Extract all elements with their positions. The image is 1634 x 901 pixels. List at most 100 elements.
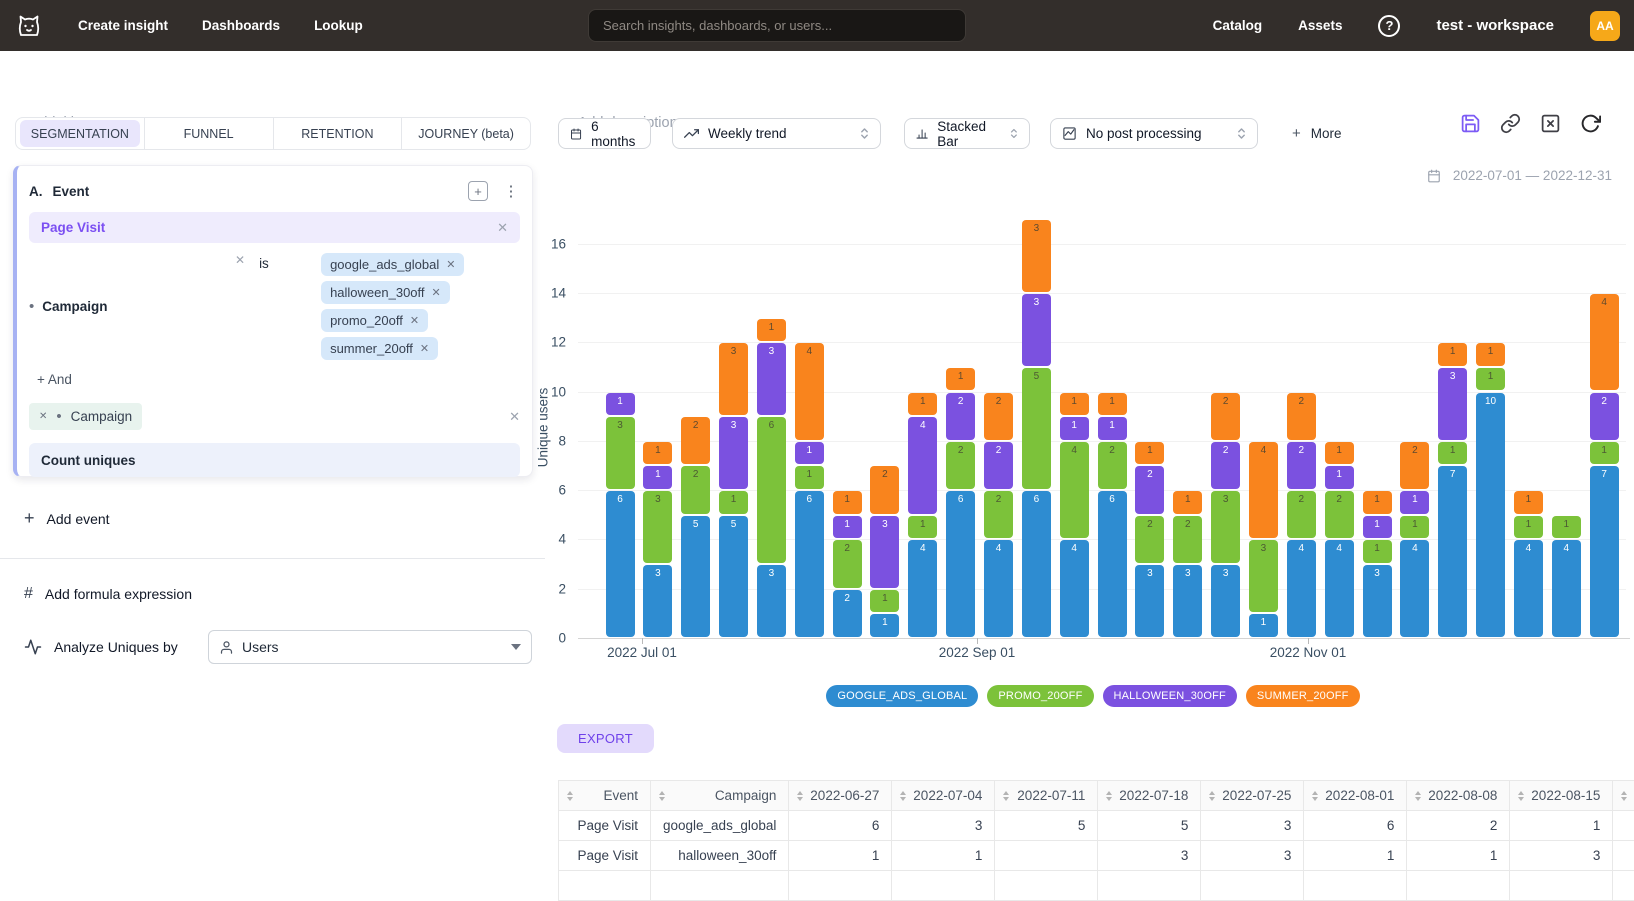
legend-chip-summer_20off[interactable]: SUMMER_20OFF [1246,685,1360,707]
bar-segment-halloween_30off[interactable]: 2 [984,442,1013,489]
bar-segment-summer_20off[interactable]: 1 [643,442,672,465]
tab-segmentation[interactable]: SEGMENTATION [16,118,144,149]
bar-segment-halloween_30off[interactable]: 1 [1400,491,1429,514]
event-select[interactable]: Page Visit ✕ [29,212,520,243]
add-and-condition[interactable]: + And [37,372,520,387]
filter-property[interactable]: Campaign [42,299,107,314]
bar-segment-promo_20off[interactable]: 3 [1249,540,1278,612]
bar-segment-promo_20off[interactable]: 2 [1173,516,1202,563]
bar-segment-halloween_30off[interactable]: 3 [719,417,748,489]
table-header-event[interactable]: Event [559,781,651,811]
bar-segment-halloween_30off[interactable]: 1 [833,516,862,539]
nav-assets[interactable]: Assets [1298,18,1342,33]
sort-icon[interactable] [797,791,803,801]
bar-segment-google_ads_global[interactable]: 3 [1211,565,1240,637]
nav-catalog[interactable]: Catalog [1213,18,1263,33]
bar-segment-google_ads_global[interactable]: 6 [795,491,824,637]
bar-segment-summer_20off[interactable]: 4 [1249,442,1278,539]
bar-segment-halloween_30off[interactable]: 3 [870,516,899,588]
bar-segment-halloween_30off[interactable]: 2 [946,393,975,440]
search-input[interactable] [588,9,966,42]
bar-segment-halloween_30off[interactable]: 2 [1590,393,1619,440]
bar-segment-halloween_30off[interactable]: 2 [1135,466,1164,513]
tab-journey[interactable]: JOURNEY (beta) [401,118,530,149]
table-header-2022-06-27[interactable]: 2022-06-27 [789,781,892,811]
bar-segment-google_ads_global[interactable]: 6 [606,491,635,637]
sort-icon[interactable] [900,791,906,801]
bar-segment-promo_20off[interactable]: 1 [719,491,748,514]
post-processing-select[interactable]: No post processing [1050,118,1258,149]
remove-value-icon[interactable]: ✕ [432,286,441,299]
bar-segment-summer_20off[interactable]: 1 [1363,491,1392,514]
bar-segment-google_ads_global[interactable]: 4 [908,540,937,637]
bar-segment-google_ads_global[interactable]: 3 [757,565,786,637]
table-header-2022-07-25[interactable]: 2022-07-25 [1201,781,1304,811]
remove-breakdown-row-icon[interactable]: ✕ [509,409,520,425]
user-avatar[interactable]: AA [1590,11,1620,41]
bar-segment-summer_20off[interactable]: 2 [1287,393,1316,440]
bar-segment-halloween_30off[interactable]: 1 [795,442,824,465]
bar-segment-promo_20off[interactable]: 2 [946,442,975,489]
filter-value-chip[interactable]: google_ads_global✕ [321,253,464,276]
nav-create-insight[interactable]: Create insight [78,18,168,33]
filter-value-chip[interactable]: summer_20off✕ [321,337,438,360]
bar-segment-google_ads_global[interactable]: 4 [1060,540,1089,637]
legend-chip-halloween_30off[interactable]: HALLOWEEN_30OFF [1103,685,1237,707]
sort-icon[interactable] [1621,791,1627,801]
sort-icon[interactable] [1518,791,1524,801]
bar-segment-promo_20off[interactable]: 1 [1552,516,1581,539]
bar-segment-google_ads_global[interactable]: 3 [1173,565,1202,637]
bar-segment-google_ads_global[interactable]: 4 [1325,540,1354,637]
aggregation-select[interactable]: Count uniques [29,443,520,477]
bar-segment-summer_20off[interactable]: 1 [833,491,862,514]
bar-segment-halloween_30off[interactable]: 2 [1211,442,1240,489]
remove-filter-icon[interactable]: ✕ [235,253,245,360]
bar-segment-summer_20off[interactable]: 1 [1438,343,1467,366]
bar-segment-promo_20off[interactable]: 1 [1400,516,1429,539]
sort-icon[interactable] [1209,791,1215,801]
bar-segment-google_ads_global[interactable]: 5 [681,516,710,637]
bar-segment-summer_20off[interactable]: 2 [1400,442,1429,489]
bar-segment-google_ads_global[interactable]: 7 [1438,466,1467,637]
bar-segment-halloween_30off[interactable]: 3 [1438,368,1467,440]
bar-segment-halloween_30off[interactable]: 1 [1060,417,1089,440]
sort-icon[interactable] [567,791,573,801]
bar-segment-halloween_30off[interactable]: 1 [1325,466,1354,489]
bar-segment-google_ads_global[interactable]: 10 [1476,393,1505,638]
table-header-2022-08-08[interactable]: 2022-08-08 [1407,781,1510,811]
bar-segment-halloween_30off[interactable]: 4 [908,417,937,514]
bar-segment-halloween_30off[interactable]: 2 [1287,442,1316,489]
bar-segment-summer_20off[interactable]: 4 [795,343,824,440]
bar-segment-promo_20off[interactable]: 1 [1363,540,1392,563]
breakdown-chip[interactable]: ✕ • Campaign [29,403,142,430]
table-header-2022-08-22[interactable]: 2022-08-22 [1613,781,1634,811]
sort-icon[interactable] [1312,791,1318,801]
bar-segment-summer_20off[interactable]: 1 [757,319,786,342]
bar-segment-google_ads_global[interactable]: 3 [1363,565,1392,637]
bar-segment-summer_20off[interactable]: 3 [719,343,748,415]
export-button[interactable]: EXPORT [557,724,654,753]
app-logo-cat-icon[interactable] [14,11,44,41]
bar-segment-google_ads_global[interactable]: 3 [643,565,672,637]
bar-segment-summer_20off[interactable]: 1 [1325,442,1354,465]
bar-segment-google_ads_global[interactable]: 4 [1400,540,1429,637]
nav-dashboards[interactable]: Dashboards [202,18,280,33]
sort-icon[interactable] [1003,791,1009,801]
add-formula-button[interactable]: # Add formula expression [24,585,192,603]
filter-value-chip[interactable]: promo_20off✕ [321,309,428,332]
bar-segment-google_ads_global[interactable]: 1 [870,614,899,637]
bar-segment-promo_20off[interactable]: 6 [757,417,786,563]
table-header-2022-08-15[interactable]: 2022-08-15 [1510,781,1613,811]
bar-segment-summer_20off[interactable]: 1 [1135,442,1164,465]
bar-segment-summer_20off[interactable]: 1 [908,393,937,416]
bar-segment-google_ads_global[interactable]: 6 [946,491,975,637]
bar-segment-promo_20off[interactable]: 1 [1438,442,1467,465]
table-header-2022-08-01[interactable]: 2022-08-01 [1304,781,1407,811]
filter-value-chip[interactable]: halloween_30off✕ [321,281,450,304]
chart-type-select[interactable]: Stacked Bar [904,118,1030,149]
legend-chip-google_ads_global[interactable]: GOOGLE_ADS_GLOBAL [826,685,978,707]
table-header-campaign[interactable]: Campaign [651,781,789,811]
bar-segment-promo_20off[interactable]: 1 [795,466,824,489]
bar-segment-halloween_30off[interactable]: 1 [1363,516,1392,539]
refresh-icon[interactable] [1577,110,1603,136]
